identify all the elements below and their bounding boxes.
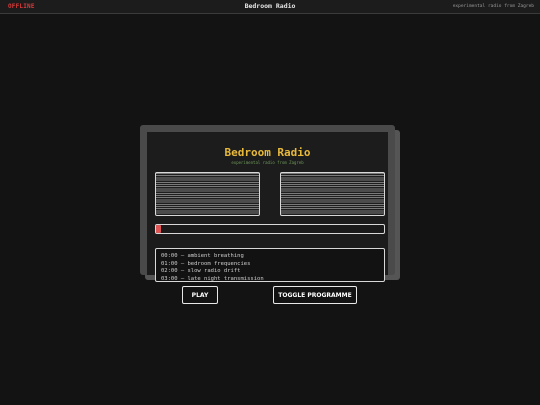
top-bar: OFFLINE Bedroom Radio experimental radio…: [0, 0, 540, 14]
programme-entry: 02:00 — slow radio drift: [161, 268, 241, 275]
toggle-programme-button[interactable]: TOGGLE PROGRAMME: [273, 286, 357, 304]
radio-title: Bedroom Radio: [224, 146, 311, 159]
programme-entry: 00:00 — ambient breathing: [161, 253, 244, 259]
playback-progress-bar[interactable]: [155, 224, 385, 234]
app-tagline: experimental radio from Zagreb: [452, 4, 534, 9]
left-speaker-grille: [155, 172, 260, 216]
play-button[interactable]: PLAY: [182, 286, 218, 304]
radio-panel: Bedroom Radio experimental radio from Za…: [147, 132, 388, 282]
programme-schedule[interactable]: 00:00 — ambient breathing 01:00 — bedroom…: [155, 248, 385, 282]
playback-progress-fill: [156, 225, 161, 233]
radio-subtitle: experimental radio from Zagreb: [231, 160, 304, 165]
right-speaker-grille: [280, 172, 385, 216]
programme-entry: 03:00 — late night transmission: [161, 275, 264, 282]
programme-entry: 01:00 — bedroom frequencies: [161, 260, 251, 267]
radio-body: Bedroom Radio experimental radio from Za…: [140, 125, 395, 282]
